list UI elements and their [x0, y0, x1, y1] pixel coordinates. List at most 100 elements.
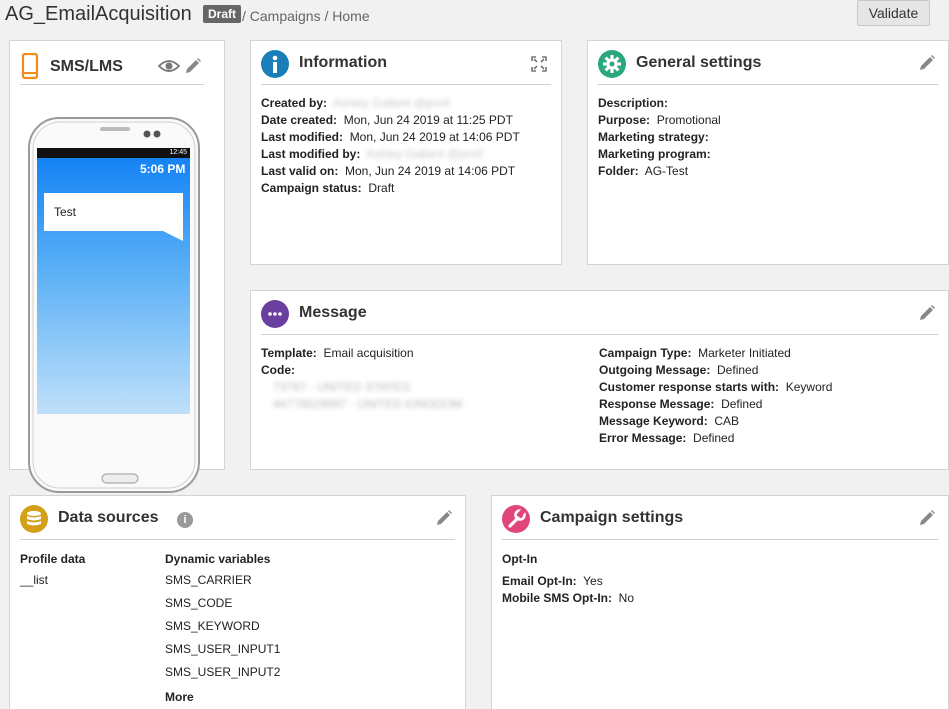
general-settings-header: General settings [598, 41, 938, 85]
dynamic-variable-item: SMS_CARRIER [165, 573, 252, 587]
phone-status-bar: 12:45 [37, 148, 190, 158]
information-header: Information [261, 41, 551, 85]
general-settings-panel: General settings Description: Purpose: P… [587, 40, 949, 265]
sms-panel: SMS/LMS 12:45 5:06 PM Test [9, 40, 225, 493]
edit-pencil-icon[interactable] [435, 509, 455, 529]
dynamic-variable-item: SMS_USER_INPUT1 [165, 642, 281, 656]
field-value: AG-Test [644, 164, 689, 178]
page-title: AG_EmailAcquisition [5, 3, 192, 25]
phone-screen [37, 148, 190, 414]
general-settings-title: General settings [636, 54, 762, 71]
field-label: Campaign status: [261, 181, 362, 195]
message-title: Message [299, 304, 367, 321]
sms-panel-header: SMS/LMS [20, 41, 204, 85]
gear-icon [598, 50, 626, 78]
field-label: Message Keyword: [599, 414, 708, 428]
edit-pencil-icon[interactable] [184, 57, 204, 77]
field-row: Customer response starts with: Keyword [599, 379, 832, 396]
data-sources-title: Data sources [58, 509, 159, 526]
field-label: Date created: [261, 113, 338, 127]
field-row: Response Message: Defined [599, 396, 832, 413]
general-settings-fields: Description: Purpose: Promotional Marketi… [598, 95, 721, 180]
message-panel: Message Template: Email acquisition Code… [250, 290, 949, 470]
profile-data-header: Profile data [20, 552, 86, 566]
field-row: Marketing strategy: [598, 129, 721, 146]
campaign-settings-title: Campaign settings [540, 509, 684, 526]
message-right-fields: Campaign Type: Marketer Initiated Outgoin… [599, 345, 832, 447]
field-value: Marketer Initiated [698, 346, 791, 360]
field-row: Campaign status: Draft [261, 180, 520, 197]
preview-eye-icon[interactable] [157, 58, 181, 78]
sms-panel-title: SMS/LMS [50, 58, 123, 75]
field-value: Mon, Jun 24 2019 at 14:06 PDT [345, 164, 516, 178]
field-row: Folder: AG-Test [598, 163, 721, 180]
field-label: Folder: [598, 164, 639, 178]
template-value: Email acquisition [323, 346, 414, 360]
dynamic-variable-item: SMS_CODE [165, 596, 233, 610]
information-fields: Created by: Ashley Gallant @pmX Date crea… [261, 95, 520, 197]
message-bubble-text: Test [54, 205, 77, 219]
field-row: Message Keyword: CAB [599, 413, 832, 430]
field-value: Defined [693, 431, 735, 445]
field-row: Created by: Ashley Gallant @pmX [261, 95, 520, 112]
phone-time: 5:06 PM [140, 162, 186, 176]
profile-data-item: __list [20, 573, 49, 587]
field-value: Defined [717, 363, 759, 377]
dynamic-variables-list: SMS_CARRIER SMS_CODE SMS_KEYWORD SMS_USER_I… [165, 569, 280, 684]
code-uk: 44778029997 - UNITED KINGDOM [273, 397, 463, 411]
edit-pencil-icon[interactable] [918, 509, 938, 529]
dynamic-variables-header: Dynamic variables [165, 552, 271, 566]
expand-icon[interactable] [531, 56, 551, 76]
field-row: Date created: Mon, Jun 24 2019 at 11:25 … [261, 112, 520, 129]
field-value: Ashley Gallant @pmX [333, 96, 451, 110]
field-label: Last modified by: [261, 147, 361, 161]
information-title: Information [299, 54, 387, 71]
field-row: Campaign Type: Marketer Initiated [599, 345, 832, 362]
template-label: Template: [261, 346, 317, 360]
more-link[interactable]: More [165, 690, 194, 704]
field-row: Last valid on: Mon, Jun 24 2019 at 14:06… [261, 163, 520, 180]
message-bubble: Test [44, 193, 183, 231]
mobile-phone-icon [20, 53, 40, 81]
field-label: Last modified: [261, 130, 344, 144]
validate-button[interactable]: Validate [857, 0, 930, 26]
top-bar: AG_EmailAcquisition Draft / Campaigns / … [0, 0, 949, 30]
edit-pencil-icon[interactable] [918, 304, 938, 324]
field-row: Email Opt-In: Yes [502, 573, 634, 590]
field-label: Email Opt-In: [502, 574, 577, 588]
field-value: Keyword [785, 380, 833, 394]
info-icon [261, 50, 289, 78]
dynamic-variable-item: SMS_KEYWORD [165, 619, 260, 633]
field-row: Last modified: Mon, Jun 24 2019 at 14:06… [261, 129, 520, 146]
breadcrumb[interactable]: / Campaigns / Home [242, 8, 370, 24]
field-row: Outgoing Message: Defined [599, 362, 832, 379]
field-label: Error Message: [599, 431, 687, 445]
database-icon [20, 505, 48, 533]
field-label: Outgoing Message: [599, 363, 711, 377]
message-left-fields: Template: Email acquisition Code: 73787 … [261, 345, 462, 413]
field-label: Response Message: [599, 397, 715, 411]
field-value: Promotional [656, 113, 721, 127]
field-value: Mon, Jun 24 2019 at 14:06 PDT [349, 130, 520, 144]
edit-pencil-icon[interactable] [918, 54, 938, 74]
status-time: 12:45 [169, 149, 187, 156]
help-info-icon[interactable]: i [177, 512, 193, 528]
field-label: Marketing strategy: [598, 130, 709, 144]
field-row: Description: [598, 95, 721, 112]
field-label: Created by: [261, 96, 328, 110]
message-bubble-tail [163, 231, 183, 241]
profile-data-list: __list [20, 569, 48, 592]
field-value: No [618, 591, 635, 605]
opt-in-section-title: Opt-In [502, 552, 538, 566]
field-value: Draft [368, 181, 395, 195]
message-header: Message [261, 291, 938, 335]
field-value: Yes [583, 574, 603, 588]
field-label: Last valid on: [261, 164, 339, 178]
campaign-settings-panel: Campaign settings Opt-In Email Opt-In: Y… [491, 495, 949, 709]
dynamic-variable-item: SMS_USER_INPUT2 [165, 665, 281, 679]
information-panel: Information Created by: Ashley Gallant @… [250, 40, 562, 265]
data-sources-panel: Data sources i Profile data __list Dynam… [9, 495, 466, 709]
code-us: 73787 - UNITED STATES [273, 380, 410, 394]
field-label: Campaign Type: [599, 346, 692, 360]
opt-in-fields: Email Opt-In: Yes Mobile SMS Opt-In: No [502, 573, 634, 607]
